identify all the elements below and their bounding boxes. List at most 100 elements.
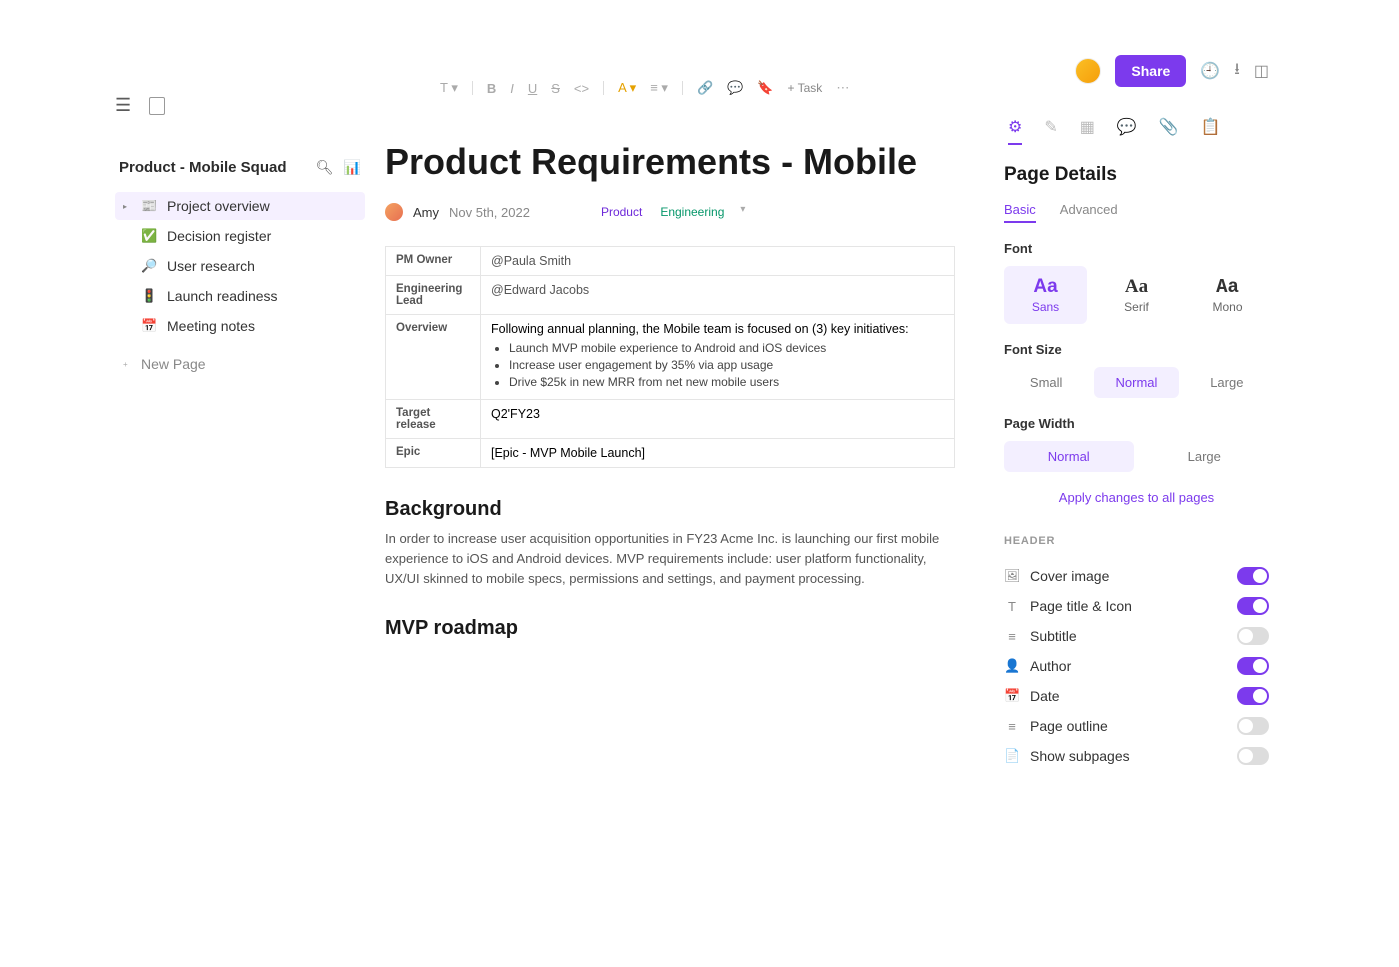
subtab-basic[interactable]: Basic <box>1004 202 1036 223</box>
code-button[interactable]: <> <box>574 81 589 96</box>
mvp-heading[interactable]: MVP roadmap <box>385 617 955 640</box>
more-icon[interactable]: ⋯ <box>836 80 849 96</box>
toggle-icon: ≡ <box>1004 719 1020 734</box>
search-icon[interactable]: 🔍︎ <box>316 159 334 176</box>
tag-dropdown-icon[interactable]: ▾ <box>740 204 745 220</box>
search-page-icon: 🔎 <box>141 258 157 274</box>
width-normal[interactable]: Normal <box>1004 441 1134 472</box>
check-icon: ✅ <box>141 228 157 244</box>
pm-mention[interactable]: @Paula Smith <box>491 254 571 268</box>
italic-button[interactable]: I <box>510 81 514 96</box>
bold-button[interactable]: B <box>487 81 496 96</box>
user-avatar[interactable] <box>1075 58 1101 84</box>
menu-icon[interactable]: ☰ <box>115 95 131 116</box>
size-large[interactable]: Large <box>1185 367 1269 398</box>
toggle-label: Page title & Icon <box>1030 598 1132 614</box>
toggle-icon: ≡ <box>1004 629 1020 644</box>
toggle-switch[interactable] <box>1237 567 1269 585</box>
toggle-switch[interactable] <box>1237 687 1269 705</box>
tab-chat-icon[interactable]: 💬 <box>1117 117 1137 145</box>
history-icon[interactable]: 🕘 <box>1200 61 1220 81</box>
tab-edit-icon[interactable]: ✎ <box>1044 117 1057 145</box>
toggle-row-3: 👤Author <box>1004 651 1269 681</box>
eng-mention[interactable]: @Edward Jacobs <box>491 283 589 297</box>
font-serif[interactable]: AaSerif <box>1095 266 1178 324</box>
share-button[interactable]: Share <box>1115 55 1186 87</box>
toggle-switch[interactable] <box>1237 657 1269 675</box>
sidebar-item-research[interactable]: 🔎User research <box>115 252 365 280</box>
subtab-advanced[interactable]: Advanced <box>1060 202 1118 223</box>
toggle-label: Author <box>1030 658 1071 674</box>
font-mono[interactable]: AaMono <box>1186 266 1269 324</box>
font-sans[interactable]: AaSans <box>1004 266 1087 324</box>
link-icon[interactable]: 🔗 <box>697 80 713 96</box>
size-label: Font Size <box>1004 342 1269 357</box>
author-avatar <box>385 203 403 221</box>
header-section-label: HEADER <box>1004 535 1269 547</box>
comment-icon[interactable]: 💬 <box>727 80 743 96</box>
toggle-row-0: 🖼 Cover image <box>1004 561 1269 591</box>
sidebar-new-page[interactable]: +New Page <box>115 350 365 378</box>
info-table[interactable]: PM Owner@Paula Smith Engineering Lead@Ed… <box>385 246 955 468</box>
text-dropdown[interactable]: T ▾ <box>440 80 458 96</box>
strike-button[interactable]: S <box>551 81 560 96</box>
background-heading[interactable]: Background <box>385 498 955 521</box>
panel-toggle-icon[interactable]: ◫ <box>1254 61 1269 81</box>
panel-title: Page Details <box>1004 164 1269 186</box>
doc-icon[interactable] <box>149 97 165 115</box>
download-icon[interactable]: ⭳ <box>1234 58 1240 85</box>
toggle-switch[interactable] <box>1237 597 1269 615</box>
tab-more-icon[interactable]: 📋 <box>1201 117 1221 145</box>
toggle-icon: 📅 <box>1004 688 1020 704</box>
apply-all-link[interactable]: Apply changes to all pages <box>1004 490 1269 505</box>
toggle-switch[interactable] <box>1237 747 1269 765</box>
tag-product[interactable]: Product <box>595 204 648 220</box>
toggle-label: Date <box>1030 688 1060 704</box>
align-button[interactable]: ≡ ▾ <box>650 80 668 96</box>
toggle-switch[interactable] <box>1237 627 1269 645</box>
text-color-button[interactable]: A ▾ <box>618 80 636 96</box>
background-text[interactable]: In order to increase user acquisition op… <box>385 529 955 589</box>
calendar-icon: 📅 <box>141 318 157 334</box>
sidebar-item-launch[interactable]: 🚦Launch readiness <box>115 282 365 310</box>
toggle-label: Show subpages <box>1030 748 1130 764</box>
text-toolbar: T ▾ B I U S <> A ▾ ≡ ▾ 🔗 💬 🔖 + Task ⋯ <box>385 80 955 96</box>
size-small[interactable]: Small <box>1004 367 1088 398</box>
toggle-label: Cover image <box>1030 568 1109 584</box>
toggle-switch[interactable] <box>1237 717 1269 735</box>
traffic-icon: 🚦 <box>141 288 157 304</box>
page-details-panel: Share 🕘 ⭳ ◫ ⚙ ✎ ▦ 💬 📎 📋 Page Details Bas… <box>1004 55 1269 771</box>
toggle-row-2: ≡ Subtitle <box>1004 621 1269 651</box>
toggle-label: Page outline <box>1030 718 1108 734</box>
toggle-row-6: 📄 Show subpages <box>1004 741 1269 771</box>
panel-tabs: ⚙ ✎ ▦ 💬 📎 📋 <box>1004 117 1269 146</box>
sidebar-title: Product - Mobile Squad <box>119 159 287 176</box>
sidebar-item-overview[interactable]: ▸📰Project overview <box>115 192 365 220</box>
page-title[interactable]: Product Requirements - Mobile <box>385 141 955 183</box>
font-label: Font <box>1004 241 1269 256</box>
underline-button[interactable]: U <box>528 81 537 96</box>
sidebar-item-decisions[interactable]: ✅Decision register <box>115 222 365 250</box>
doc-date: Nov 5th, 2022 <box>449 205 530 220</box>
epic-link[interactable]: [Epic - MVP Mobile Launch] <box>481 439 955 468</box>
toggle-label: Subtitle <box>1030 628 1077 644</box>
toggle-icon: T <box>1004 599 1020 614</box>
add-task-button[interactable]: + Task <box>788 81 823 95</box>
chart-icon[interactable]: 📊 <box>344 159 361 176</box>
page-icon: 📰 <box>141 198 157 214</box>
tab-clip-icon[interactable]: 📎 <box>1159 117 1179 145</box>
toggle-icon: 🖼 <box>1004 568 1020 584</box>
document-main: T ▾ B I U S <> A ▾ ≡ ▾ 🔗 💬 🔖 + Task ⋯ Pr… <box>365 60 985 648</box>
author-name: Amy <box>413 205 439 220</box>
width-large[interactable]: Large <box>1140 441 1270 472</box>
size-normal[interactable]: Normal <box>1094 367 1178 398</box>
tab-settings-icon[interactable]: ⚙ <box>1008 117 1022 145</box>
toggle-row-5: ≡ Page outline <box>1004 711 1269 741</box>
sidebar-item-meetings[interactable]: 📅Meeting notes <box>115 312 365 340</box>
tag-engineering[interactable]: Engineering <box>654 204 730 220</box>
toggle-row-1: T Page title & Icon <box>1004 591 1269 621</box>
toggle-row-4: 📅 Date <box>1004 681 1269 711</box>
toggle-icon: 📄 <box>1004 748 1020 764</box>
tab-grid-icon[interactable]: ▦ <box>1080 117 1095 145</box>
bookmark-icon[interactable]: 🔖 <box>757 80 773 96</box>
